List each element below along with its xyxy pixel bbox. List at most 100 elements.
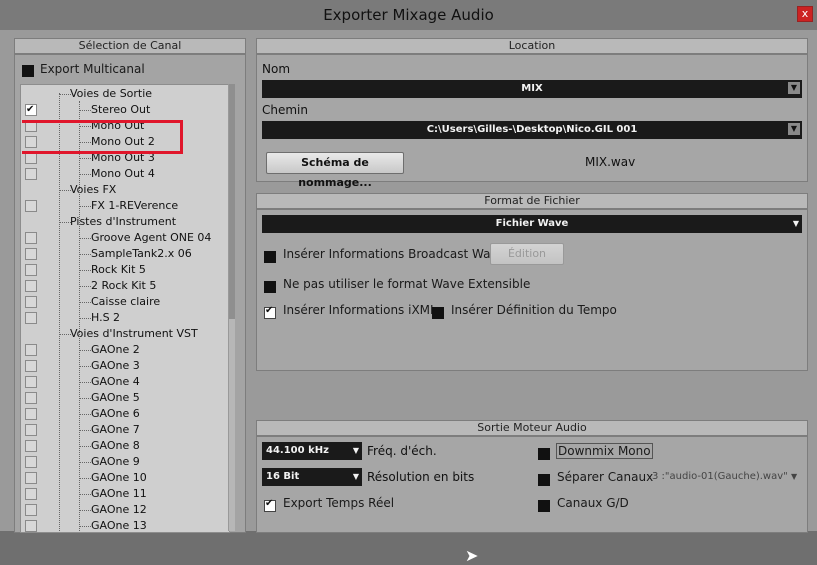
tree-guide-line	[79, 462, 91, 463]
tree-item[interactable]: H.S 2	[21, 310, 229, 326]
tree-item-checkbox[interactable]	[25, 312, 37, 324]
tree-item[interactable]: Caisse claire	[21, 294, 229, 310]
close-button[interactable]: x	[797, 6, 813, 22]
dialog-body: Sélection de Canal Export Multicanal Voi…	[0, 30, 817, 565]
tree-guide-line	[79, 430, 91, 431]
tree-item[interactable]: Groove Agent ONE 04	[21, 230, 229, 246]
tree-item[interactable]: Voies FX	[21, 182, 229, 198]
bit-depth-arrow-icon[interactable]: ▼	[353, 468, 359, 486]
ixml-option[interactable]: Insérer Informations iXML	[264, 303, 437, 319]
tree-guide-line	[79, 286, 91, 287]
tree-item-label: GAOne 6	[91, 407, 140, 420]
tempo-checkbox[interactable]	[432, 306, 444, 319]
tree-item[interactable]: GAOne 6	[21, 406, 229, 422]
downmix-mono-checkbox[interactable]	[538, 447, 550, 460]
tree-guide-line	[79, 110, 91, 111]
path-field[interactable]: C:\Users\Gilles-\Desktop\Nico.GIL 001 ▼	[262, 121, 802, 139]
tree-guide-line	[79, 478, 91, 479]
bit-depth-dropdown[interactable]: 16 Bit ▼	[262, 468, 362, 486]
lr-channels-option[interactable]: Canaux G/D	[538, 496, 629, 512]
tree-item-checkbox[interactable]	[25, 264, 37, 276]
tree-item[interactable]: Rock Kit 5	[21, 262, 229, 278]
tree-item-checkbox[interactable]	[25, 280, 37, 292]
tree-item[interactable]: GAOne 11	[21, 486, 229, 502]
tree-item[interactable]: GAOne 4	[21, 374, 229, 390]
split-channels-checkbox[interactable]	[538, 473, 550, 486]
tempo-option[interactable]: Insérer Définition du Tempo	[432, 303, 617, 319]
tree-item-checkbox[interactable]	[25, 440, 37, 452]
broadcast-wave-label: Insérer Informations Broadcast Wave	[283, 247, 505, 261]
split-channels-option[interactable]: Séparer Canaux	[538, 470, 653, 486]
export-multicanal-label: Export Multicanal	[40, 62, 145, 76]
scrollbar-thumb[interactable]	[229, 84, 235, 319]
no-wave-extensible-option[interactable]: Ne pas utiliser le format Wave Extensibl…	[264, 277, 530, 293]
tree-item[interactable]: FX 1-REVerence	[21, 198, 229, 214]
edit-button[interactable]: Édition	[490, 243, 564, 265]
tree-guide-line	[79, 526, 91, 527]
tree-item-checkbox[interactable]	[25, 488, 37, 500]
realtime-export-checkbox[interactable]	[264, 498, 276, 512]
path-dropdown-arrow-icon[interactable]: ▼	[788, 123, 800, 135]
tree-item-checkbox[interactable]	[25, 296, 37, 308]
export-multicanal-option[interactable]: Export Multicanal	[22, 62, 145, 77]
tree-item[interactable]: GAOne 2	[21, 342, 229, 358]
tree-item-checkbox[interactable]	[25, 376, 37, 388]
bit-depth-label: Résolution en bits	[367, 470, 475, 484]
tree-item-checkbox[interactable]	[25, 102, 37, 118]
tree-item-checkbox[interactable]	[25, 232, 37, 244]
tree-item-checkbox[interactable]	[25, 408, 37, 420]
file-format-dropdown[interactable]: Fichier Wave ▼	[262, 215, 802, 233]
split-channels-dropdown[interactable]: 3 :"audio-01(Gauche).wav" ▼	[652, 471, 802, 482]
tree-item[interactable]: SampleTank2.x 06	[21, 246, 229, 262]
tree-item-checkbox[interactable]	[25, 168, 37, 180]
tree-item-checkbox[interactable]	[25, 424, 37, 436]
tree-item-checkbox[interactable]	[25, 200, 37, 212]
tree-item[interactable]: GAOne 9	[21, 454, 229, 470]
name-field[interactable]: MIX ▼	[262, 80, 802, 98]
split-channels-value: 3 :"audio-01(Gauche).wav"	[652, 471, 788, 482]
tree-item-checkbox[interactable]	[25, 504, 37, 516]
tree-guide-line	[79, 366, 91, 367]
tree-item-checkbox[interactable]	[25, 520, 37, 532]
tree-item[interactable]: GAOne 8	[21, 438, 229, 454]
sample-rate-value: 44.100 kHz	[266, 445, 329, 456]
tree-item-checkbox[interactable]	[25, 472, 37, 484]
tree-item-checkbox[interactable]	[25, 248, 37, 260]
tree-item-label: 2 Rock Kit 5	[91, 279, 157, 292]
lr-channels-checkbox[interactable]	[538, 499, 550, 512]
sample-rate-label: Fréq. d'éch.	[367, 444, 437, 458]
export-multicanal-checkbox[interactable]	[22, 64, 34, 77]
tree-item-label: GAOne 5	[91, 391, 140, 404]
tree-guide-line	[79, 254, 91, 255]
sample-rate-dropdown[interactable]: 44.100 kHz ▼	[262, 442, 362, 460]
split-channels-arrow-icon[interactable]: ▼	[791, 472, 797, 481]
tree-item-label: GAOne 9	[91, 455, 140, 468]
tree-item[interactable]: Mono Out 4	[21, 166, 229, 182]
naming-scheme-button[interactable]: Schéma de nommage...	[266, 152, 404, 189]
tree-item[interactable]: GAOne 7	[21, 422, 229, 438]
no-wave-extensible-checkbox[interactable]	[264, 280, 276, 293]
tree-guide-line	[79, 174, 91, 175]
ixml-checkbox[interactable]	[264, 305, 276, 319]
tree-item[interactable]: Pistes d'Instrument	[21, 214, 229, 230]
broadcast-wave-checkbox[interactable]	[264, 250, 276, 263]
realtime-export-option[interactable]: Export Temps Réel	[264, 496, 394, 512]
tree-item[interactable]: GAOne 10	[21, 470, 229, 486]
tree-item[interactable]: Voies de Sortie	[21, 86, 229, 102]
tree-item-checkbox[interactable]	[25, 456, 37, 468]
tree-item[interactable]: Voies d'Instrument VST	[21, 326, 229, 342]
tree-item-checkbox[interactable]	[25, 344, 37, 356]
tree-item-checkbox[interactable]	[25, 360, 37, 372]
name-dropdown-arrow-icon[interactable]: ▼	[788, 82, 800, 94]
sample-rate-arrow-icon[interactable]: ▼	[353, 442, 359, 460]
tree-item[interactable]: Stereo Out	[21, 102, 229, 118]
tree-item[interactable]: 2 Rock Kit 5	[21, 278, 229, 294]
tree-item[interactable]: GAOne 12	[21, 502, 229, 518]
downmix-mono-option[interactable]: Downmix Mono	[538, 443, 653, 460]
broadcast-wave-option[interactable]: Insérer Informations Broadcast Wave	[264, 247, 505, 263]
tree-item-checkbox[interactable]	[25, 392, 37, 404]
tree-item[interactable]: GAOne 3	[21, 358, 229, 374]
tree-item[interactable]: GAOne 5	[21, 390, 229, 406]
file-format-arrow-icon[interactable]: ▼	[793, 215, 799, 233]
channel-tree-scrollbar[interactable]	[228, 84, 235, 531]
